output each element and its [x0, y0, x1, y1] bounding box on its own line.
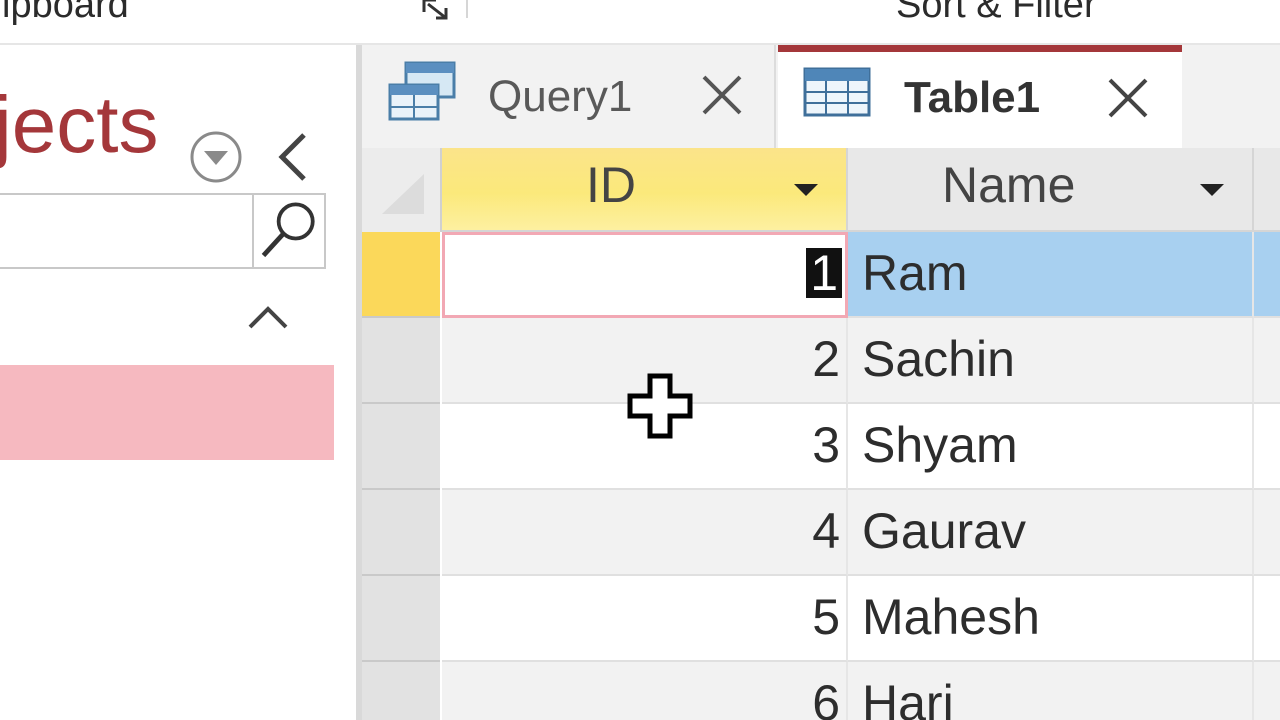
cell-id-value: 5	[812, 589, 840, 645]
nav-pane-title[interactable]: jects	[0, 85, 159, 165]
cell-name-value: Sachin	[862, 331, 1015, 387]
ribbon: ipboard Sort & Filter	[0, 0, 1280, 44]
cell-next[interactable]	[1254, 318, 1280, 404]
row-selector[interactable]	[362, 318, 440, 404]
clipboard-group-label: ipboard	[2, 0, 129, 26]
cell-name[interactable]: Gaurav	[848, 490, 1254, 576]
cell-name[interactable]: Hari	[848, 662, 1254, 720]
cell-name[interactable]: Sachin	[848, 318, 1254, 404]
search-button[interactable]	[252, 193, 328, 269]
cell-id[interactable]: 1	[442, 232, 848, 318]
dialog-launcher-icon[interactable]	[418, 0, 458, 20]
cell-id-value: 3	[812, 417, 840, 473]
cell-name-value: Hari	[862, 675, 954, 720]
datasheet: ID Name 1 Ram 2 Sachin 3 Shyam 4 Gaurav 5 Mahesh 6…	[362, 148, 1280, 720]
table-row[interactable]: 5 Mahesh	[362, 576, 1280, 662]
search-icon	[261, 202, 315, 258]
table-row[interactable]: 4 Gaurav	[362, 490, 1280, 576]
cell-id[interactable]: 4	[442, 490, 848, 576]
tab-label: Table1	[904, 73, 1041, 122]
cell-id[interactable]: 5	[442, 576, 848, 662]
ribbon-separator	[466, 0, 468, 18]
cell-name-value: Ram	[862, 245, 968, 301]
table-row[interactable]: 3 Shyam	[362, 404, 1280, 490]
column-header-label: ID	[586, 157, 636, 213]
cell-name-value: Gaurav	[862, 503, 1026, 559]
cell-next[interactable]	[1254, 490, 1280, 576]
cell-id-value: 1	[806, 248, 842, 298]
row-selector[interactable]	[362, 662, 440, 720]
row-selector[interactable]	[362, 232, 440, 318]
select-all-triangle-icon	[382, 174, 424, 214]
dropdown-arrow-icon[interactable]	[1200, 184, 1224, 196]
cell-id[interactable]: 2	[442, 318, 848, 404]
table-row[interactable]: 6 Hari	[362, 662, 1280, 720]
tab-label: Query1	[488, 72, 633, 121]
table-icon	[803, 67, 871, 117]
close-icon[interactable]	[1104, 74, 1152, 122]
row-selector[interactable]	[362, 490, 440, 576]
table-row[interactable]: 1 Ram	[362, 232, 1280, 318]
cell-id[interactable]: 6	[442, 662, 848, 720]
cell-next[interactable]	[1254, 404, 1280, 490]
cell-id-value: 2	[812, 331, 840, 387]
sort-filter-group-label: Sort & Filter	[896, 0, 1097, 26]
cell-next[interactable]	[1254, 232, 1280, 318]
cell-name[interactable]: Mahesh	[848, 576, 1254, 662]
query-icon	[388, 61, 456, 121]
table-row[interactable]: 2 Sachin	[362, 318, 1280, 404]
collapse-chevron-icon[interactable]	[268, 125, 320, 189]
document-tab-bar: Query1 Table1	[362, 45, 1280, 148]
cell-id[interactable]: 3	[442, 404, 848, 490]
cell-next[interactable]	[1254, 576, 1280, 662]
cell-name-value: Mahesh	[862, 589, 1040, 645]
tab-table1[interactable]: Table1	[778, 45, 1182, 148]
navigation-pane: jects	[0, 45, 356, 720]
cell-id-value: 6	[812, 675, 840, 720]
cell-name[interactable]: Ram	[848, 232, 1254, 318]
column-header-next[interactable]	[1254, 148, 1280, 232]
tab-query1[interactable]: Query1	[362, 45, 776, 148]
column-header-label: Name	[942, 157, 1076, 213]
close-icon[interactable]	[698, 71, 746, 119]
row-selector[interactable]	[362, 576, 440, 662]
menu-dropdown-icon[interactable]	[188, 129, 244, 185]
column-header-id[interactable]: ID	[442, 148, 848, 232]
cell-name-value: Shyam	[862, 417, 1018, 473]
row-selector[interactable]	[362, 404, 440, 490]
dropdown-arrow-icon[interactable]	[794, 184, 818, 196]
cell-id-value: 4	[812, 503, 840, 559]
cell-next[interactable]	[1254, 662, 1280, 720]
column-header-name[interactable]: Name	[848, 148, 1254, 232]
nav-selected-item[interactable]	[0, 365, 334, 460]
chevron-up-icon[interactable]	[244, 299, 292, 335]
cell-name[interactable]: Shyam	[848, 404, 1254, 490]
select-all-corner[interactable]	[362, 148, 442, 232]
